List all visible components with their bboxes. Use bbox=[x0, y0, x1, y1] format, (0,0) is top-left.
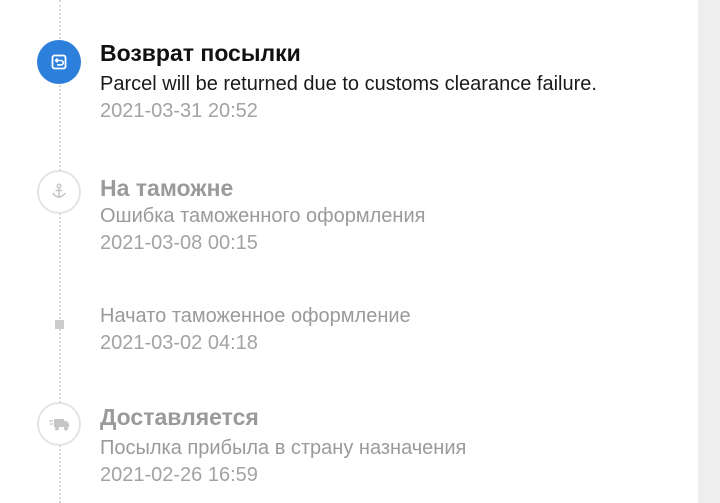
event-title: На таможне bbox=[100, 175, 234, 201]
event-description: Ошибка таможенного оформления bbox=[100, 205, 426, 227]
dot-marker bbox=[55, 320, 64, 329]
anchor-icon bbox=[37, 170, 81, 214]
event-title: Доставляется bbox=[100, 404, 259, 430]
event-timestamp: 2021-03-08 00:15 bbox=[100, 232, 258, 254]
event-description: Parcel will be returned due to customs c… bbox=[100, 73, 597, 95]
event-timestamp: 2021-03-31 20:52 bbox=[100, 100, 258, 122]
event-timestamp: 2021-03-02 04:18 bbox=[100, 332, 258, 354]
return-icon bbox=[37, 40, 81, 84]
truck-icon bbox=[37, 402, 81, 446]
event-description: Начато таможенное оформление bbox=[100, 305, 411, 327]
event-title: Возврат посылки bbox=[100, 40, 301, 66]
event-description: Посылка прибыла в страну назначения bbox=[100, 437, 467, 459]
tracking-timeline-card: Возврат посылки Parcel will be returned … bbox=[0, 0, 698, 503]
event-timestamp: 2021-02-26 16:59 bbox=[100, 464, 258, 486]
